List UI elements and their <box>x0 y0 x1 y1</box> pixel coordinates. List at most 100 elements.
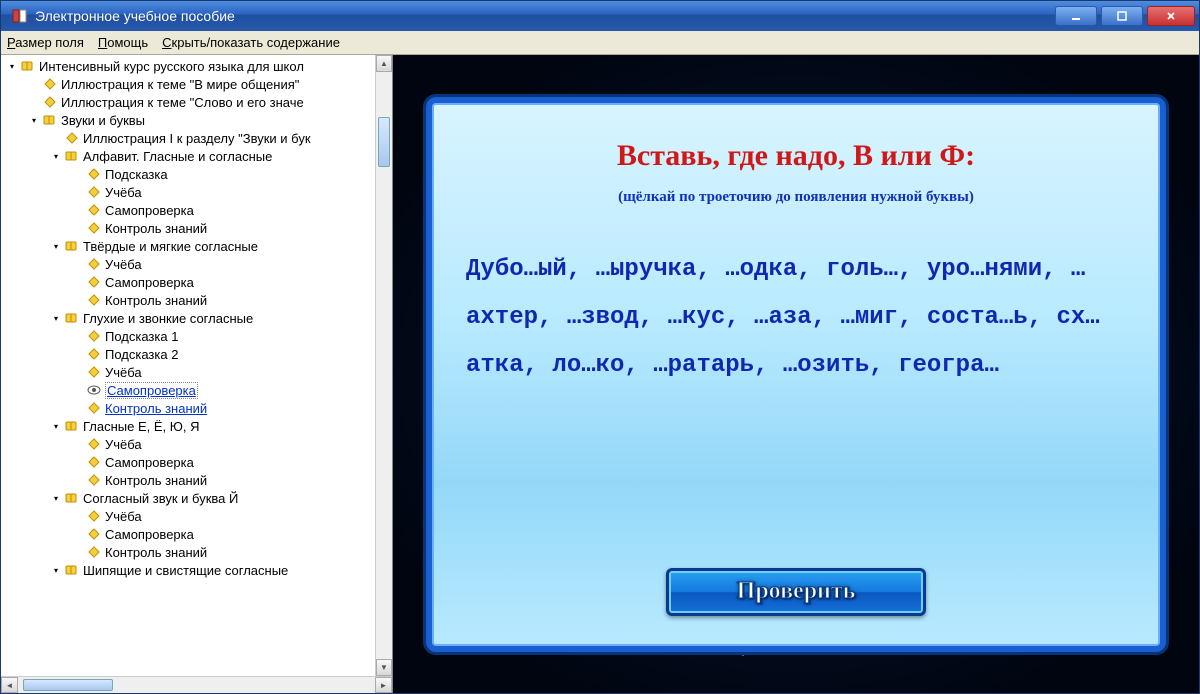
exercise-body[interactable]: Дубо…ый, …ыручка, …одка, голь…, уро…нями… <box>460 246 1132 390</box>
tree-item[interactable]: Учёба <box>3 435 392 453</box>
tree-item-label[interactable]: Иллюстрация к теме "В мире общения" <box>61 77 299 92</box>
expander-icon[interactable] <box>51 493 61 503</box>
page-icon <box>87 168 101 180</box>
page-eye-icon <box>87 384 101 396</box>
tree-item[interactable]: Контроль знаний <box>3 219 392 237</box>
tree-item[interactable]: Контроль знаний <box>3 399 392 417</box>
tree-item-label[interactable]: Согласный звук и буква Й <box>83 491 238 506</box>
tree-item[interactable]: Интенсивный курс русского языка для школ <box>3 57 392 75</box>
tree-item-label[interactable]: Самопроверка <box>105 275 194 290</box>
tree-item[interactable]: Учёба <box>3 255 392 273</box>
tree-item-label[interactable]: Иллюстрация к теме "Слово и его значе <box>61 95 304 110</box>
tree-item[interactable]: Подсказка 1 <box>3 327 392 345</box>
tree-item-label[interactable]: Гласные Е, Ё, Ю, Я <box>83 419 200 434</box>
tree-item[interactable]: Самопроверка <box>3 381 392 399</box>
book-icon <box>65 240 79 252</box>
scroll-thumb[interactable] <box>378 117 390 167</box>
horizontal-scrollbar[interactable]: ◄ ► <box>1 676 392 693</box>
tree-item[interactable]: Гласные Е, Ё, Ю, Я <box>3 417 392 435</box>
vertical-scrollbar[interactable]: ▲ ▼ <box>375 55 392 676</box>
menubar: Размер поля Помощь Скрыть/показать содер… <box>1 31 1199 55</box>
tree-item[interactable]: Контроль знаний <box>3 543 392 561</box>
close-button[interactable] <box>1147 6 1195 26</box>
tree-item-label[interactable]: Учёба <box>105 257 142 272</box>
page-icon <box>65 132 79 144</box>
tree-item[interactable]: Глухие и звонкие согласные <box>3 309 392 327</box>
scroll-left-button[interactable]: ◄ <box>1 677 18 693</box>
expander-icon[interactable] <box>51 421 61 431</box>
menu-toggle-toc[interactable]: Скрыть/показать содержание <box>162 35 340 50</box>
tree-item-label[interactable]: Контроль знаний <box>105 221 207 236</box>
scroll-right-button[interactable]: ► <box>375 677 392 693</box>
tree-item-label[interactable]: Контроль знаний <box>105 473 207 488</box>
tree-item-label[interactable]: Шипящие и свистящие согласные <box>83 563 288 578</box>
maximize-button[interactable] <box>1101 6 1143 26</box>
tree-item-label[interactable]: Подсказка 1 <box>105 329 178 344</box>
menu-field-size[interactable]: Размер поля <box>7 35 84 50</box>
toc-tree[interactable]: Интенсивный курс русского языка для школ… <box>1 55 392 581</box>
tree-item-label[interactable]: Глухие и звонкие согласные <box>83 311 253 326</box>
tree-item-label[interactable]: Самопроверка <box>105 455 194 470</box>
tree-item-label[interactable]: Иллюстрация I к разделу "Звуки и бук <box>83 131 311 146</box>
expander-icon[interactable] <box>51 241 61 251</box>
tree-item-label[interactable]: Твёрдые и мягкие согласные <box>83 239 258 254</box>
tree-item[interactable]: Подсказка <box>3 165 392 183</box>
toc-panel: Интенсивный курс русского языка для школ… <box>1 55 393 693</box>
tree-item-label[interactable]: Контроль знаний <box>105 545 207 560</box>
expander-icon[interactable] <box>51 151 61 161</box>
tree-item[interactable]: Самопроверка <box>3 453 392 471</box>
tree-item[interactable]: Самопроверка <box>3 201 392 219</box>
page-icon <box>87 528 101 540</box>
tree-item-label[interactable]: Учёба <box>105 437 142 452</box>
tree-item[interactable]: Самопроверка <box>3 273 392 291</box>
check-button[interactable]: Проверить <box>666 568 926 616</box>
tree-item[interactable]: Шипящие и свистящие согласные <box>3 561 392 579</box>
expander-icon[interactable] <box>51 313 61 323</box>
minimize-button[interactable] <box>1055 6 1097 26</box>
page-icon <box>87 366 101 378</box>
tree-item[interactable]: Согласный звук и буква Й <box>3 489 392 507</box>
page-icon <box>43 96 57 108</box>
tree-item-label[interactable]: Контроль знаний <box>105 293 207 308</box>
tree-item-label[interactable]: Контроль знаний <box>105 401 207 416</box>
tree-item-label[interactable]: Подсказка 2 <box>105 347 178 362</box>
book-icon <box>65 492 79 504</box>
scroll-up-button[interactable]: ▲ <box>376 55 392 72</box>
tree-item[interactable]: Учёба <box>3 363 392 381</box>
tree-item[interactable]: Иллюстрация к теме "В мире общения" <box>3 75 392 93</box>
tree-item-label[interactable]: Учёба <box>105 185 142 200</box>
tree-item-label[interactable]: Самопроверка <box>105 382 198 399</box>
tree-item-label[interactable]: Учёба <box>105 509 142 524</box>
tree-item-label[interactable]: Подсказка <box>105 167 168 182</box>
page-icon <box>87 402 101 414</box>
scroll-down-button[interactable]: ▼ <box>376 659 392 676</box>
page-icon <box>87 186 101 198</box>
tree-item[interactable]: Твёрдые и мягкие согласные <box>3 237 392 255</box>
tree-item-label[interactable]: Самопроверка <box>105 203 194 218</box>
tree-item[interactable]: Контроль знаний <box>3 471 392 489</box>
tree-item[interactable]: Звуки и буквы <box>3 111 392 129</box>
expander-icon[interactable] <box>51 565 61 575</box>
book-icon <box>21 60 35 72</box>
book-icon <box>65 312 79 324</box>
tree-item-label[interactable]: Интенсивный курс русского языка для школ <box>39 59 304 74</box>
tree-item-label[interactable]: Алфавит. Гласные и согласные <box>83 149 272 164</box>
tree-item[interactable]: Контроль знаний <box>3 291 392 309</box>
page-icon <box>43 78 57 90</box>
tree-item-label[interactable]: Звуки и буквы <box>61 113 145 128</box>
tree-item[interactable]: Подсказка 2 <box>3 345 392 363</box>
page-icon <box>87 456 101 468</box>
tree-item[interactable]: Иллюстрация I к разделу "Звуки и бук <box>3 129 392 147</box>
tree-item[interactable]: Учёба <box>3 507 392 525</box>
expander-icon[interactable] <box>7 61 17 71</box>
tree-item[interactable]: Самопроверка <box>3 525 392 543</box>
hscroll-thumb[interactable] <box>23 679 113 691</box>
menu-help[interactable]: Помощь <box>98 35 148 50</box>
tree-item[interactable]: Алфавит. Гласные и согласные <box>3 147 392 165</box>
tree-item-label[interactable]: Учёба <box>105 365 142 380</box>
tree-item-label[interactable]: Самопроверка <box>105 527 194 542</box>
page-icon <box>87 438 101 450</box>
tree-item[interactable]: Учёба <box>3 183 392 201</box>
expander-icon[interactable] <box>29 115 39 125</box>
tree-item[interactable]: Иллюстрация к теме "Слово и его значе <box>3 93 392 111</box>
